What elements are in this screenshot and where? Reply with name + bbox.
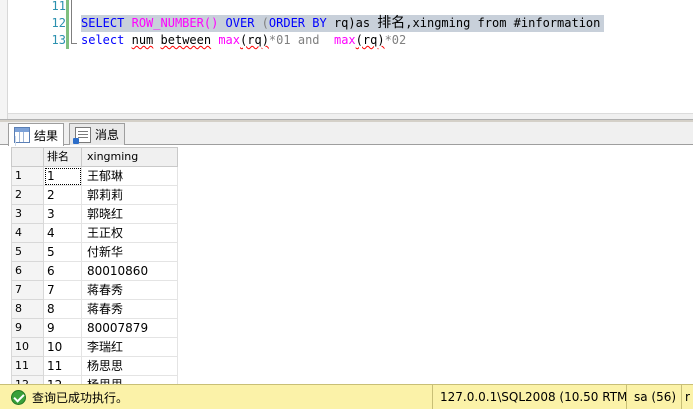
row-header[interactable]: 1 bbox=[11, 166, 44, 186]
table-row[interactable]: 1 1 王郁琳 bbox=[11, 166, 178, 186]
status-bar: 查询已成功执行。 127.0.0.1\SQL2008 (10.50 RTM) s… bbox=[0, 384, 693, 409]
table-row[interactable]: 10 10 李瑞红 bbox=[11, 337, 178, 357]
table-row[interactable]: 9 9 80007879 bbox=[11, 318, 178, 338]
line-number-gutter: 11 12 13 bbox=[8, 0, 66, 119]
table-row[interactable]: 3 3 郭晓红 bbox=[11, 204, 178, 224]
tab-results[interactable]: 结果 bbox=[8, 123, 65, 146]
table-row[interactable]: 6 6 80010860 bbox=[11, 261, 178, 281]
row-header[interactable]: 7 bbox=[11, 280, 44, 300]
cell-rank[interactable]: 11 bbox=[43, 356, 82, 376]
cell-xingming[interactable]: 李瑞红 bbox=[81, 337, 178, 357]
query-editor[interactable]: 11 12 13 SELECT ROW_NUMBER() OVER (ORDER… bbox=[0, 0, 693, 119]
success-check-icon bbox=[11, 389, 26, 405]
cell-rank[interactable]: 12 bbox=[43, 375, 82, 384]
table-row[interactable]: 8 8 蒋春秀 bbox=[11, 299, 178, 319]
cell-rank[interactable]: 6 bbox=[43, 261, 82, 281]
table-row[interactable]: 11 11 杨思思 bbox=[11, 356, 178, 376]
tab-messages-label: 消息 bbox=[95, 128, 120, 142]
row-header[interactable]: 12 bbox=[11, 375, 44, 384]
column-header-xingming[interactable]: xingming bbox=[81, 147, 178, 167]
results-grid-icon bbox=[14, 127, 30, 143]
line-number: 13 bbox=[51, 33, 66, 47]
cell-xingming[interactable]: 郭晓红 bbox=[81, 204, 178, 224]
row-header[interactable]: 11 bbox=[11, 356, 44, 376]
line-number: 11 bbox=[51, 0, 66, 13]
grid-header-row: 排名 xingming bbox=[11, 147, 178, 167]
status-message-area: 查询已成功执行。 bbox=[0, 385, 432, 409]
code-line-12[interactable]: SELECT ROW_NUMBER() OVER (ORDER BY rq)as… bbox=[81, 15, 605, 32]
table-row[interactable]: 7 7 蒋春秀 bbox=[11, 280, 178, 300]
tab-messages[interactable]: 消息 bbox=[69, 123, 126, 145]
cell-xingming[interactable]: 郭莉莉 bbox=[81, 185, 178, 205]
cell-xingming[interactable]: 杨思思 bbox=[81, 356, 178, 376]
line-number: 12 bbox=[51, 16, 66, 30]
column-header-rank[interactable]: 排名 bbox=[43, 147, 82, 167]
cell-rank[interactable]: 2 bbox=[43, 185, 82, 205]
tab-results-label: 结果 bbox=[34, 128, 59, 143]
status-message: 查询已成功执行。 bbox=[32, 390, 129, 405]
messages-icon bbox=[73, 126, 91, 144]
cell-xingming[interactable]: 蒋春秀 bbox=[81, 280, 178, 300]
row-header[interactable]: 2 bbox=[11, 185, 44, 205]
cell-rank[interactable]: 7 bbox=[43, 280, 82, 300]
outline-collapse-line bbox=[71, 0, 72, 44]
cell-rank[interactable]: 9 bbox=[43, 318, 82, 338]
change-tracking-bar bbox=[66, 0, 69, 119]
status-server: 127.0.0.1\SQL2008 (10.50 RTM) bbox=[432, 384, 626, 409]
cell-rank[interactable]: 8 bbox=[43, 299, 82, 319]
row-header[interactable]: 9 bbox=[11, 318, 44, 338]
cell-xingming[interactable]: 蒋春秀 bbox=[81, 299, 178, 319]
status-user: sa (56) bbox=[626, 384, 681, 409]
editor-margin bbox=[0, 0, 8, 119]
code-line-13[interactable]: select num between max(rq)*01 and max(rq… bbox=[81, 32, 406, 49]
row-header[interactable]: 4 bbox=[11, 223, 44, 243]
cell-xingming[interactable]: 杨思思 bbox=[81, 375, 178, 384]
row-header[interactable]: 6 bbox=[11, 261, 44, 281]
cell-rank[interactable]: 5 bbox=[43, 242, 82, 262]
results-pane[interactable]: 排名 xingming 1 1 王郁琳 2 2 郭莉莉 3 3 郭晓红 4 4 王正权 5 5 付新华 6 6 8… bbox=[0, 145, 693, 384]
results-tab-bar: 结果 消息 bbox=[0, 122, 693, 146]
cell-rank[interactable]: 4 bbox=[43, 223, 82, 243]
cell-xingming[interactable]: 王正权 bbox=[81, 223, 178, 243]
status-extra: r bbox=[681, 384, 693, 409]
grid-corner[interactable] bbox=[11, 147, 44, 167]
row-header[interactable]: 10 bbox=[11, 337, 44, 357]
row-header[interactable]: 3 bbox=[11, 204, 44, 224]
cell-xingming[interactable]: 80010860 bbox=[81, 261, 178, 281]
table-row[interactable]: 1212杨思思 bbox=[11, 375, 178, 384]
cell-xingming[interactable]: 王郁琳 bbox=[81, 166, 178, 186]
cell-xingming[interactable]: 80007879 bbox=[81, 318, 178, 338]
cell-rank[interactable]: 1 bbox=[43, 166, 82, 186]
table-row[interactable]: 2 2 郭莉莉 bbox=[11, 185, 178, 205]
cell-rank[interactable]: 3 bbox=[43, 204, 82, 224]
results-grid[interactable]: 排名 xingming 1 1 王郁琳 2 2 郭莉莉 3 3 郭晓红 4 4 王正权 5 5 付新华 6 6 8… bbox=[11, 147, 178, 384]
cell-rank[interactable]: 10 bbox=[43, 337, 82, 357]
row-header[interactable]: 5 bbox=[11, 242, 44, 262]
table-row[interactable]: 5 5 付新华 bbox=[11, 242, 178, 262]
table-row[interactable]: 4 4 王正权 bbox=[11, 223, 178, 243]
row-header[interactable]: 8 bbox=[11, 299, 44, 319]
cell-xingming[interactable]: 付新华 bbox=[81, 242, 178, 262]
